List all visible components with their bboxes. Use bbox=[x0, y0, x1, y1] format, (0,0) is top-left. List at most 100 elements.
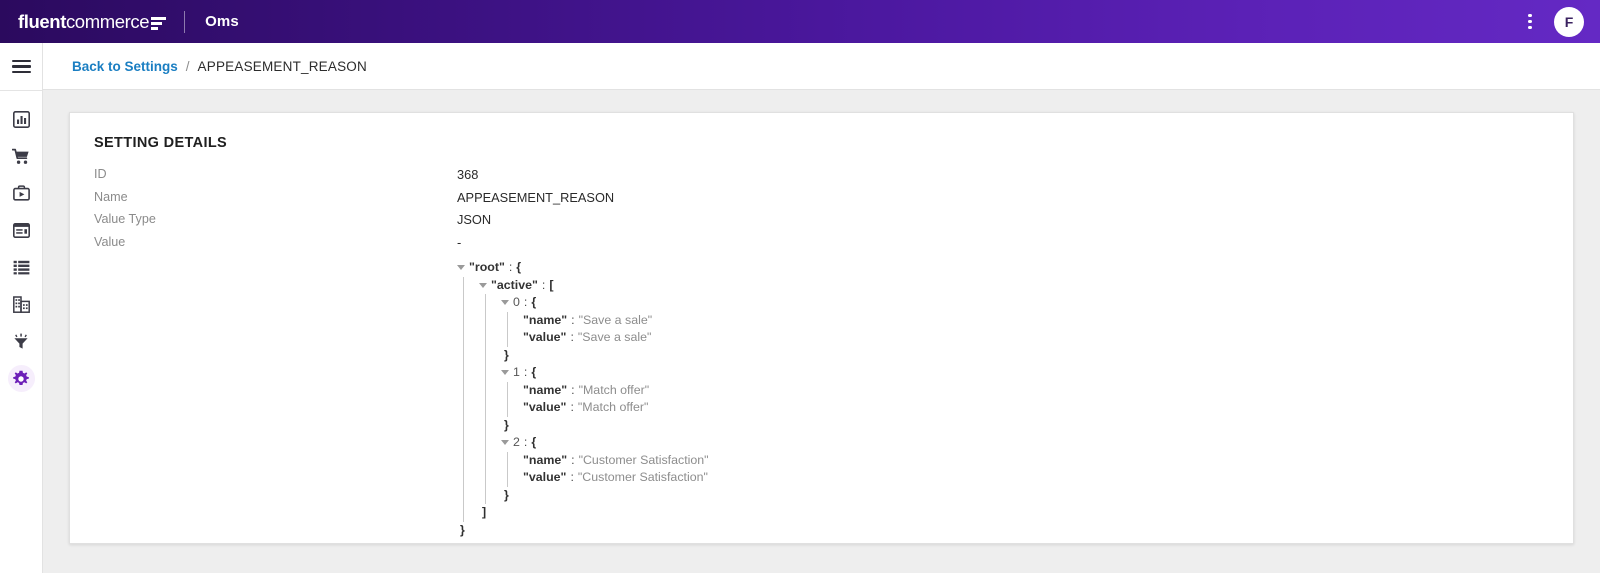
sidebar-item-locations[interactable] bbox=[0, 286, 42, 323]
sidebar-rail bbox=[0, 43, 43, 573]
gear-icon bbox=[12, 370, 30, 388]
setting-details-card: SETTING DETAILS ID 368 Name APPEASEMENT_… bbox=[69, 112, 1574, 544]
breadcrumb: Back to Settings / APPEASEMENT_REASON bbox=[72, 59, 367, 74]
page-title: SETTING DETAILS bbox=[94, 135, 1549, 151]
json-value-value: "Customer Satisfaction" bbox=[578, 469, 708, 487]
json-row-pair: "value" : "Match offer" bbox=[523, 399, 1549, 417]
funnel-icon bbox=[13, 333, 29, 350]
caret-down-icon[interactable] bbox=[501, 368, 510, 377]
brand-logo-primary: fluent bbox=[18, 11, 66, 32]
json-key-name: "name" bbox=[523, 312, 567, 330]
sidebar-item-orders[interactable] bbox=[0, 138, 42, 175]
json-tree-viewer: "root" : { "active" : [ bbox=[457, 259, 1549, 539]
json-colon: : bbox=[571, 312, 574, 330]
field-row-id: ID 368 bbox=[94, 167, 1549, 190]
json-colon: : bbox=[524, 294, 527, 312]
sidebar-item-settings[interactable] bbox=[0, 360, 42, 397]
json-row-close-brace: } bbox=[501, 417, 1549, 435]
building-icon bbox=[13, 296, 30, 313]
json-key-value: "value" bbox=[523, 399, 566, 417]
brand-logo[interactable]: fluentcommerce bbox=[18, 0, 166, 43]
sidebar-toggle-hamburger-icon[interactable] bbox=[0, 43, 42, 90]
json-key-root: "root" bbox=[469, 259, 505, 277]
json-row-pair: "name" : "Customer Satisfaction" bbox=[523, 452, 1549, 470]
header-divider bbox=[184, 11, 185, 33]
top-header-bar: fluentcommerce Oms F bbox=[0, 0, 1600, 43]
avatar[interactable]: F bbox=[1554, 7, 1584, 37]
json-key-name: "name" bbox=[523, 382, 567, 400]
breadcrumb-back-link[interactable]: Back to Settings bbox=[72, 59, 178, 74]
speed-lines-icon bbox=[151, 17, 166, 30]
field-row-value-type: Value Type JSON bbox=[94, 212, 1549, 235]
json-node-entry: 1 : { "name" : "Match offer" bbox=[501, 364, 1549, 434]
caret-down-icon[interactable] bbox=[501, 298, 510, 307]
json-brace-close: } bbox=[504, 487, 509, 505]
json-colon: : bbox=[524, 364, 527, 382]
app-name: Oms bbox=[205, 13, 239, 30]
json-brace-close: } bbox=[504, 417, 509, 435]
field-row-value: Value - bbox=[94, 235, 1549, 258]
field-value-value: - bbox=[457, 235, 461, 250]
json-node-root: "root" : { "active" : [ bbox=[457, 259, 1549, 539]
json-row-close-brace: } bbox=[501, 487, 1549, 505]
json-children-active: 0 : { "name" : "Save a sale" bbox=[485, 294, 1549, 504]
json-brace-open: { bbox=[531, 364, 536, 382]
json-children-entry: "name" : "Match offer" "value" : "Match … bbox=[507, 382, 1549, 417]
json-bracket-close: ] bbox=[482, 504, 486, 522]
field-value-value-type: JSON bbox=[457, 212, 491, 227]
json-children-entry: "name" : "Save a sale" "value" : "Save a… bbox=[507, 312, 1549, 347]
json-children-entry: "name" : "Customer Satisfaction" "value"… bbox=[507, 452, 1549, 487]
json-value-name: "Save a sale" bbox=[579, 312, 653, 330]
list-icon bbox=[13, 260, 30, 275]
json-key-value: "value" bbox=[523, 469, 566, 487]
field-label-value: Value bbox=[94, 235, 457, 249]
json-brace-close: } bbox=[504, 347, 509, 365]
json-colon: : bbox=[524, 434, 527, 452]
json-colon: : bbox=[509, 259, 512, 277]
field-label-id: ID bbox=[94, 167, 457, 181]
breadcrumb-separator: / bbox=[186, 59, 190, 74]
json-row-entry-index: 2 : { bbox=[501, 434, 1549, 452]
json-brace-close-root: } bbox=[460, 522, 465, 540]
json-colon: : bbox=[570, 329, 573, 347]
sidebar-item-fulfilments[interactable] bbox=[0, 175, 42, 212]
json-node-active: "active" : [ 0 : { bbox=[479, 277, 1549, 522]
json-row-pair: "name" : "Match offer" bbox=[523, 382, 1549, 400]
json-colon: : bbox=[571, 382, 574, 400]
sidebar-items bbox=[0, 91, 42, 397]
json-row-active: "active" : [ bbox=[479, 277, 1549, 295]
json-row-close-bracket: ] bbox=[479, 504, 1549, 522]
json-brace-open: { bbox=[531, 434, 536, 452]
bar-chart-icon bbox=[13, 111, 30, 128]
breadcrumb-current: APPEASEMENT_REASON bbox=[198, 59, 367, 74]
json-row-root: "root" : { bbox=[457, 259, 1549, 277]
kebab-menu-icon[interactable] bbox=[1520, 11, 1540, 33]
json-key-name: "name" bbox=[523, 452, 567, 470]
header-right-actions: F bbox=[1520, 7, 1584, 37]
brand-logo-text: fluentcommerce bbox=[18, 11, 149, 33]
json-array-index: 2 bbox=[513, 434, 520, 452]
json-row-pair: "value" : "Save a sale" bbox=[523, 329, 1549, 347]
json-value-name: "Customer Satisfaction" bbox=[579, 452, 709, 470]
caret-down-icon[interactable] bbox=[479, 281, 488, 290]
sidebar-item-inventory[interactable] bbox=[0, 212, 42, 249]
json-colon: : bbox=[570, 399, 573, 417]
field-label-name: Name bbox=[94, 190, 457, 204]
json-value-value: "Match offer" bbox=[578, 399, 649, 417]
briefcase-icon bbox=[13, 185, 30, 202]
caret-down-icon[interactable] bbox=[457, 263, 466, 272]
card-window-icon bbox=[13, 223, 30, 238]
json-array-index: 0 bbox=[513, 294, 520, 312]
sidebar-item-catalogue[interactable] bbox=[0, 249, 42, 286]
json-row-entry-index: 1 : { bbox=[501, 364, 1549, 382]
json-row-pair: "value" : "Customer Satisfaction" bbox=[523, 469, 1549, 487]
json-row-close-brace: } bbox=[501, 347, 1549, 365]
json-colon: : bbox=[542, 277, 545, 295]
json-key-active: "active" bbox=[491, 277, 538, 295]
json-array-index: 1 bbox=[513, 364, 520, 382]
sidebar-item-insights[interactable] bbox=[0, 323, 42, 360]
sidebar-item-dashboard[interactable] bbox=[0, 101, 42, 138]
caret-down-icon[interactable] bbox=[501, 438, 510, 447]
field-label-value-type: Value Type bbox=[94, 212, 457, 226]
json-colon: : bbox=[571, 452, 574, 470]
